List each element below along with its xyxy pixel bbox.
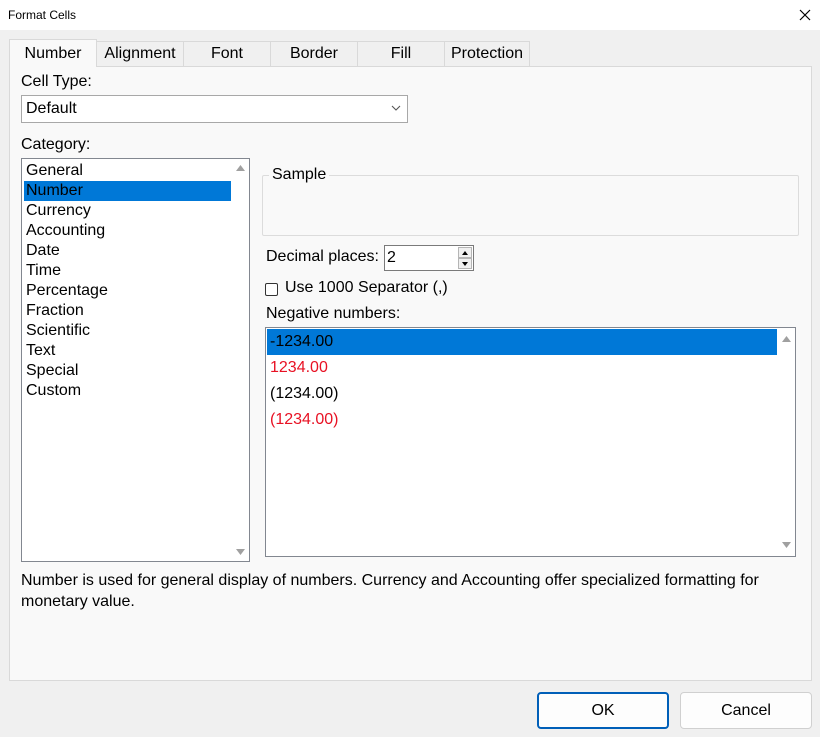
tab-font[interactable]: Font bbox=[183, 41, 271, 66]
chevron-down-icon bbox=[391, 105, 401, 111]
tab-label: Fill bbox=[390, 45, 412, 62]
cell-type-select[interactable]: Default bbox=[21, 95, 408, 123]
category-item[interactable]: General bbox=[24, 161, 231, 181]
scroll-up-arrow[interactable] bbox=[778, 331, 794, 347]
spin-down-button[interactable] bbox=[458, 258, 472, 269]
cell-type-value: Default bbox=[26, 100, 77, 117]
category-item[interactable]: Fraction bbox=[24, 301, 231, 321]
negative-number-item[interactable]: -1234.00 bbox=[267, 329, 777, 355]
ok-label: OK bbox=[591, 701, 615, 719]
tab-label: Protection bbox=[450, 45, 524, 62]
category-scrollbar[interactable] bbox=[232, 160, 248, 560]
triangle-down-icon bbox=[235, 549, 245, 555]
tab-label: Alignment bbox=[104, 45, 176, 62]
category-label: Category: bbox=[21, 136, 91, 153]
category-description: Number is used for general display of nu… bbox=[21, 572, 759, 610]
tab-fill[interactable]: Fill bbox=[357, 41, 445, 66]
scroll-down-arrow[interactable] bbox=[232, 544, 248, 560]
decimal-places-label: Decimal places: bbox=[266, 248, 379, 265]
category-items: General Number Currency Accounting Date Time P… bbox=[24, 161, 231, 401]
negative-numbers-label: Negative numbers: bbox=[266, 305, 401, 322]
decimal-places-value: 2 bbox=[387, 249, 396, 266]
triangle-down-icon bbox=[781, 542, 791, 548]
negative-number-items: -1234.00 1234.00 (1234.00) (1234.00) bbox=[267, 329, 777, 433]
category-item[interactable]: Custom bbox=[24, 381, 231, 401]
triangle-up-icon bbox=[781, 336, 791, 342]
tab-protection[interactable]: Protection bbox=[444, 41, 530, 66]
scroll-up-arrow[interactable] bbox=[232, 160, 248, 176]
title-bar: Format Cells bbox=[0, 0, 820, 30]
close-icon bbox=[799, 9, 811, 21]
scroll-down-arrow[interactable] bbox=[778, 537, 794, 553]
cell-type-label: Cell Type: bbox=[21, 73, 92, 90]
close-button[interactable] bbox=[790, 0, 820, 30]
category-list[interactable]: General Number Currency Accounting Date Time P… bbox=[21, 158, 250, 562]
negative-number-item[interactable]: (1234.00) bbox=[267, 381, 777, 407]
negative-numbers-list[interactable]: -1234.00 1234.00 (1234.00) (1234.00) bbox=[265, 327, 796, 557]
category-item[interactable]: Scientific bbox=[24, 321, 231, 341]
use-1000-separator-checkbox[interactable] bbox=[265, 283, 278, 296]
cancel-label: Cancel bbox=[721, 701, 771, 719]
spinner-buttons bbox=[458, 247, 472, 269]
category-item[interactable]: Percentage bbox=[24, 281, 231, 301]
format-cells-dialog: Format Cells Number Alignment Font Borde… bbox=[0, 0, 820, 737]
use-1000-separator-label[interactable]: Use 1000 Separator (,) bbox=[285, 279, 448, 297]
tab-label: Number bbox=[24, 44, 82, 62]
triangle-up-icon bbox=[462, 250, 468, 255]
negative-number-item[interactable]: 1234.00 bbox=[267, 355, 777, 381]
negative-numbers-scrollbar[interactable] bbox=[778, 329, 794, 555]
tab-number[interactable]: Number bbox=[9, 39, 97, 67]
category-item[interactable]: Accounting bbox=[24, 221, 231, 241]
cancel-button[interactable]: Cancel bbox=[680, 692, 812, 729]
ok-button[interactable]: OK bbox=[537, 692, 669, 729]
triangle-down-icon bbox=[462, 261, 468, 266]
negative-number-item[interactable]: (1234.00) bbox=[267, 407, 777, 433]
category-item[interactable]: Special bbox=[24, 361, 231, 381]
category-item[interactable]: Currency bbox=[24, 201, 231, 221]
sample-group: Sample bbox=[262, 166, 799, 236]
tab-label: Border bbox=[289, 45, 339, 62]
category-item[interactable]: Date bbox=[24, 241, 231, 261]
category-item[interactable]: Number bbox=[24, 181, 231, 201]
decimal-places-spinner[interactable]: 2 bbox=[384, 245, 474, 271]
spin-up-button[interactable] bbox=[458, 247, 472, 258]
tab-border[interactable]: Border bbox=[270, 41, 358, 66]
sample-label: Sample bbox=[269, 166, 330, 184]
tab-alignment[interactable]: Alignment bbox=[96, 41, 184, 66]
category-item[interactable]: Time bbox=[24, 261, 231, 281]
category-item[interactable]: Text bbox=[24, 341, 231, 361]
tab-label: Font bbox=[210, 45, 243, 62]
triangle-up-icon bbox=[235, 165, 245, 171]
number-tab-panel: Cell Type: Default Category: General Numb… bbox=[9, 66, 812, 681]
window-title: Format Cells bbox=[8, 8, 77, 22]
